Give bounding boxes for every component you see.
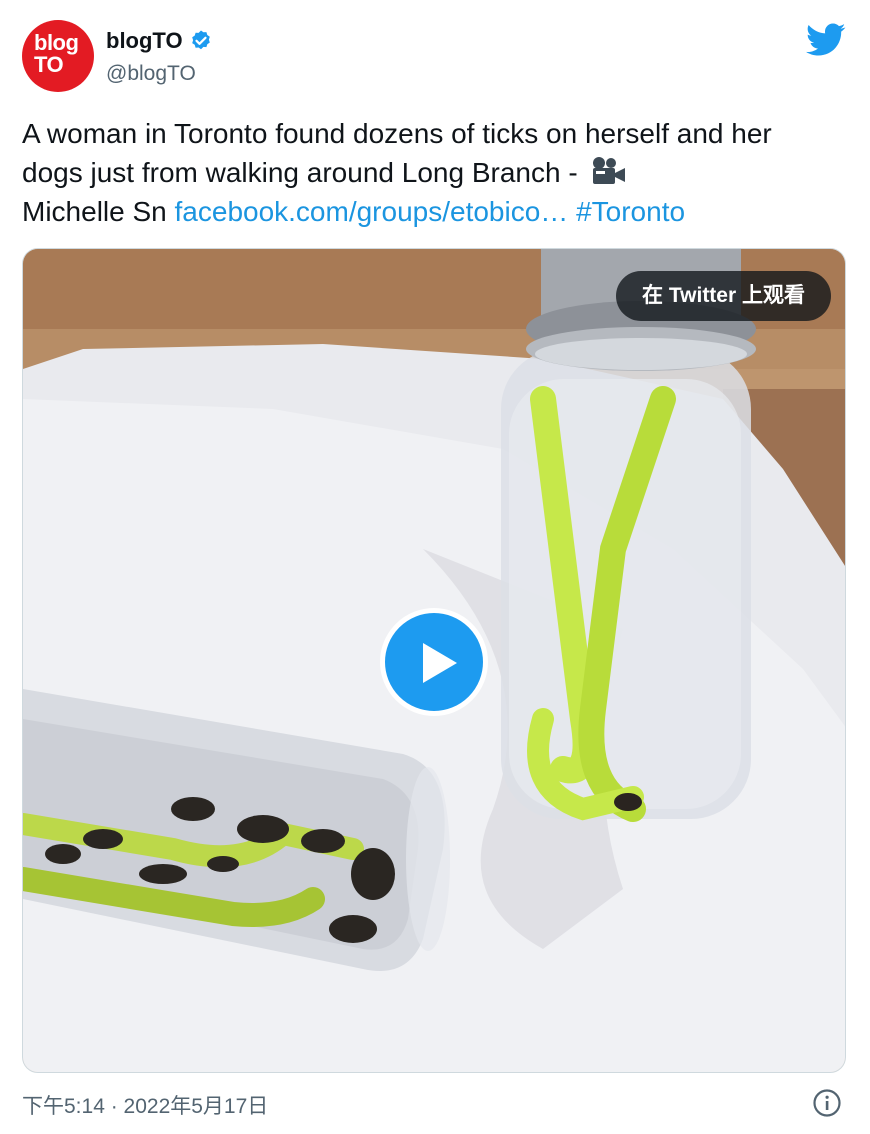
avatar-logo: blog TO: [34, 30, 79, 77]
avatar[interactable]: blog TO: [22, 20, 94, 92]
verified-badge-icon: [191, 30, 210, 50]
tweet-timestamp[interactable]: 下午5:14 · 2022年5月17日: [22, 1090, 268, 1120]
author-handle[interactable]: @blogTO: [106, 62, 196, 86]
twitter-bird-icon[interactable]: [806, 22, 846, 58]
display-name[interactable]: blogTO: [106, 28, 183, 54]
info-icon[interactable]: [812, 1088, 842, 1118]
tweet-text: A woman in Toronto found dozens of ticks…: [22, 114, 822, 231]
hashtag-toronto[interactable]: #Toronto: [576, 196, 685, 227]
watch-on-twitter-button[interactable]: 在 Twitter 上观看: [616, 271, 831, 321]
facebook-link[interactable]: facebook.com/groups/etobico…: [175, 196, 569, 227]
movie-camera-icon: [593, 157, 626, 184]
video-player[interactable]: 在 Twitter 上观看: [22, 248, 846, 1073]
tweet-body: A woman in Toronto found dozens of ticks…: [22, 118, 772, 188]
play-icon: [423, 643, 457, 683]
tweet-credit: Michelle Sn: [22, 196, 175, 227]
play-button[interactable]: [380, 608, 488, 716]
author-name-row: blogTO: [106, 28, 213, 54]
